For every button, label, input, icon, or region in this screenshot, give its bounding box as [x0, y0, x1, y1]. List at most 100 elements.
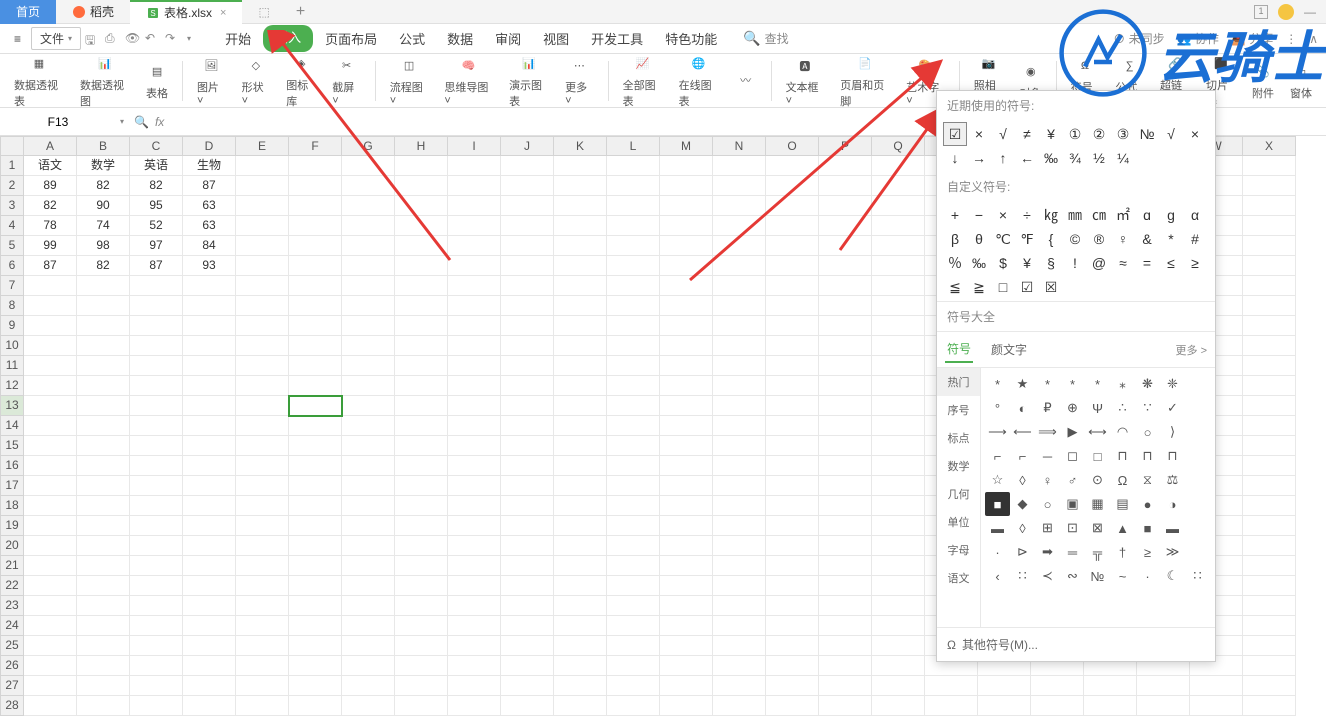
- cell-H18[interactable]: [395, 496, 448, 516]
- sp-grid-0-4[interactable]: *: [1085, 372, 1110, 396]
- cell-F8[interactable]: [289, 296, 342, 316]
- col-header-B[interactable]: B: [77, 136, 130, 156]
- cell-X22[interactable]: [1243, 576, 1296, 596]
- col-header-O[interactable]: O: [766, 136, 819, 156]
- cell-O28[interactable]: [766, 696, 819, 716]
- sp-grid-5-4[interactable]: ▦: [1085, 492, 1110, 516]
- cell-K1[interactable]: [554, 156, 607, 176]
- cell-P5[interactable]: [819, 236, 872, 256]
- cell-Q6[interactable]: [872, 256, 925, 276]
- ribbon-item-0[interactable]: ▦数据透视表: [8, 51, 70, 111]
- cell-B12[interactable]: [77, 376, 130, 396]
- recent-symbol-11[interactable]: ↓: [943, 146, 967, 170]
- cell-J10[interactable]: [501, 336, 554, 356]
- custom-symbol-2[interactable]: ×: [991, 203, 1015, 227]
- cell-X14[interactable]: [1243, 416, 1296, 436]
- cell-H19[interactable]: [395, 516, 448, 536]
- cell-X4[interactable]: [1243, 216, 1296, 236]
- sp-grid-0-0[interactable]: *: [985, 372, 1010, 396]
- sp-grid-7-6[interactable]: ≥: [1135, 540, 1160, 564]
- cell-Q4[interactable]: [872, 216, 925, 236]
- cell-P3[interactable]: [819, 196, 872, 216]
- cell-X20[interactable]: [1243, 536, 1296, 556]
- cell-D12[interactable]: [183, 376, 236, 396]
- col-header-G[interactable]: G: [342, 136, 395, 156]
- cell-P2[interactable]: [819, 176, 872, 196]
- user-avatar[interactable]: [1278, 4, 1294, 20]
- cell-D3[interactable]: 63: [183, 196, 236, 216]
- cell-B28[interactable]: [77, 696, 130, 716]
- cell-P27[interactable]: [819, 676, 872, 696]
- sp-grid-8-4[interactable]: №: [1085, 564, 1110, 588]
- cell-B9[interactable]: [77, 316, 130, 336]
- cell-F16[interactable]: [289, 456, 342, 476]
- cell-N13[interactable]: [713, 396, 766, 416]
- cell-N7[interactable]: [713, 276, 766, 296]
- cell-O14[interactable]: [766, 416, 819, 436]
- cell-X10[interactable]: [1243, 336, 1296, 356]
- cell-J13[interactable]: [501, 396, 554, 416]
- cell-B11[interactable]: [77, 356, 130, 376]
- cell-S28[interactable]: [978, 696, 1031, 716]
- cell-N20[interactable]: [713, 536, 766, 556]
- cell-H28[interactable]: [395, 696, 448, 716]
- cell-H23[interactable]: [395, 596, 448, 616]
- cell-Q27[interactable]: [872, 676, 925, 696]
- cell-N1[interactable]: [713, 156, 766, 176]
- cell-M28[interactable]: [660, 696, 713, 716]
- cell-O25[interactable]: [766, 636, 819, 656]
- sp-grid-4-0[interactable]: ☆: [985, 468, 1010, 492]
- cell-C9[interactable]: [130, 316, 183, 336]
- cell-J17[interactable]: [501, 476, 554, 496]
- cell-D18[interactable]: [183, 496, 236, 516]
- custom-symbol-17[interactable]: ®: [1087, 227, 1111, 251]
- sp-grid-3-5[interactable]: ⊓: [1110, 444, 1135, 468]
- cell-N4[interactable]: [713, 216, 766, 236]
- recent-symbol-18[interactable]: ¼: [1111, 146, 1135, 170]
- cell-L26[interactable]: [607, 656, 660, 676]
- col-header-I[interactable]: I: [448, 136, 501, 156]
- cell-D9[interactable]: [183, 316, 236, 336]
- cell-M24[interactable]: [660, 616, 713, 636]
- cell-K4[interactable]: [554, 216, 607, 236]
- cell-H22[interactable]: [395, 576, 448, 596]
- cell-X28[interactable]: [1243, 696, 1296, 716]
- cell-B26[interactable]: [77, 656, 130, 676]
- row-header-27[interactable]: 27: [0, 676, 24, 696]
- cell-F2[interactable]: [289, 176, 342, 196]
- sp-grid-2-4[interactable]: ⟷: [1085, 420, 1110, 444]
- cell-F18[interactable]: [289, 496, 342, 516]
- cell-H16[interactable]: [395, 456, 448, 476]
- cell-P16[interactable]: [819, 456, 872, 476]
- cell-M27[interactable]: [660, 676, 713, 696]
- cell-D4[interactable]: 63: [183, 216, 236, 236]
- sp-grid-7-5[interactable]: †: [1110, 540, 1135, 564]
- cell-Q12[interactable]: [872, 376, 925, 396]
- cell-I10[interactable]: [448, 336, 501, 356]
- cell-Q11[interactable]: [872, 356, 925, 376]
- ribbon-item-9[interactable]: 📊演示图表: [503, 51, 555, 111]
- cell-L3[interactable]: [607, 196, 660, 216]
- cell-M4[interactable]: [660, 216, 713, 236]
- cell-M13[interactable]: [660, 396, 713, 416]
- cell-M18[interactable]: [660, 496, 713, 516]
- cell-I3[interactable]: [448, 196, 501, 216]
- cell-N23[interactable]: [713, 596, 766, 616]
- sp-grid-3-0[interactable]: ⌐: [985, 444, 1010, 468]
- custom-symbol-27[interactable]: !: [1063, 251, 1087, 275]
- cell-G6[interactable]: [342, 256, 395, 276]
- cell-K24[interactable]: [554, 616, 607, 636]
- sp-grid-6-7[interactable]: ▬: [1160, 516, 1185, 540]
- cell-E7[interactable]: [236, 276, 289, 296]
- col-header-N[interactable]: N: [713, 136, 766, 156]
- qa-undo-icon[interactable]: ↶: [145, 31, 161, 47]
- cell-O26[interactable]: [766, 656, 819, 676]
- sp-grid-2-2[interactable]: ⟹: [1035, 420, 1060, 444]
- recent-symbol-14[interactable]: ←: [1015, 146, 1039, 170]
- sp-grid-7-7[interactable]: ≫: [1160, 540, 1185, 564]
- sp-grid-3-4[interactable]: □: [1085, 444, 1110, 468]
- cell-F14[interactable]: [289, 416, 342, 436]
- cell-Q15[interactable]: [872, 436, 925, 456]
- cell-P11[interactable]: [819, 356, 872, 376]
- cell-I14[interactable]: [448, 416, 501, 436]
